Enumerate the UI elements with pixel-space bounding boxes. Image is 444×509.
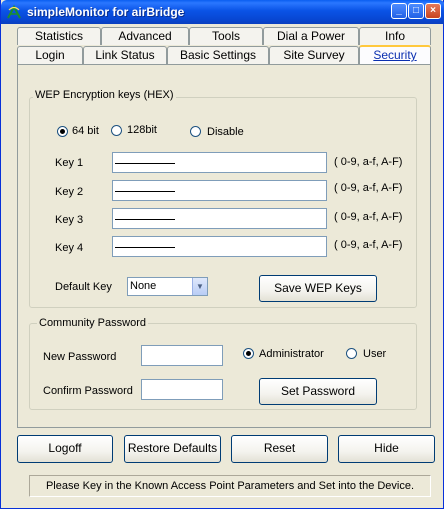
- radio-administrator-label: Administrator: [259, 348, 324, 360]
- radio-user[interactable]: [346, 348, 357, 359]
- tab-dial-a-power[interactable]: Dial a Power: [263, 27, 359, 45]
- chevron-down-icon[interactable]: ▼: [192, 278, 207, 295]
- new-password-input[interactable]: [141, 345, 223, 366]
- confirm-password-input[interactable]: [141, 379, 223, 400]
- key4-label: Key 4: [55, 242, 84, 254]
- key4-hint: ( 0-9, a-f, A-F): [334, 239, 403, 251]
- radio-128bit[interactable]: [111, 125, 122, 136]
- set-password-button[interactable]: Set Password: [259, 378, 377, 405]
- minimize-button[interactable]: _: [391, 3, 407, 19]
- tab-tools[interactable]: Tools: [189, 27, 263, 45]
- key3-hint: ( 0-9, a-f, A-F): [334, 211, 403, 223]
- key4-underline: [115, 247, 175, 248]
- tab-info[interactable]: Info: [359, 27, 431, 45]
- tab-advanced[interactable]: Advanced: [101, 27, 189, 45]
- key3-underline: [115, 219, 175, 220]
- hide-button[interactable]: Hide: [338, 435, 435, 463]
- radio-128bit-label: 128bit: [127, 124, 157, 136]
- key1-label: Key 1: [55, 157, 84, 169]
- radio-user-label: User: [363, 348, 387, 360]
- window-title: simpleMonitor for airBridge: [27, 5, 185, 19]
- new-password-label: New Password: [43, 351, 117, 363]
- tab-login[interactable]: Login: [17, 46, 83, 64]
- tab-link-status[interactable]: Link Status: [83, 46, 167, 64]
- radio-administrator[interactable]: [243, 348, 254, 359]
- close-button[interactable]: ×: [425, 3, 441, 19]
- key1-underline: [115, 163, 175, 164]
- restore-defaults-button[interactable]: Restore Defaults: [124, 435, 221, 463]
- logoff-button[interactable]: Logoff: [17, 435, 113, 463]
- default-key-value: None: [130, 280, 157, 292]
- status-bar: Please Key in the Known Access Point Par…: [29, 475, 431, 497]
- confirm-password-label: Confirm Password: [43, 385, 133, 397]
- tab-security[interactable]: Security: [359, 45, 431, 65]
- maximize-button[interactable]: □: [408, 3, 424, 19]
- radio-disable-label: Disable: [207, 126, 244, 138]
- key2-underline: [115, 191, 175, 192]
- key3-label: Key 3: [55, 214, 84, 226]
- app-antenna-icon: [7, 4, 21, 19]
- key2-hint: ( 0-9, a-f, A-F): [334, 182, 403, 194]
- save-wep-keys-button[interactable]: Save WEP Keys: [259, 275, 377, 302]
- radio-disable[interactable]: [190, 126, 201, 137]
- tab-site-survey[interactable]: Site Survey: [269, 46, 359, 64]
- tab-statistics[interactable]: Statistics: [17, 27, 101, 45]
- default-key-label: Default Key: [55, 281, 112, 293]
- tab-basic-settings[interactable]: Basic Settings: [167, 46, 269, 64]
- key2-label: Key 2: [55, 186, 84, 198]
- radio-64bit[interactable]: [57, 126, 68, 137]
- key1-hint: ( 0-9, a-f, A-F): [334, 156, 403, 168]
- community-group-title: Community Password: [37, 317, 148, 329]
- reset-button[interactable]: Reset: [231, 435, 328, 463]
- title-bar[interactable]: simpleMonitor for airBridge _ □ ×: [1, 0, 444, 24]
- default-key-select[interactable]: None ▼: [127, 277, 208, 296]
- app-window: simpleMonitor for airBridge _ □ × Statis…: [0, 0, 444, 509]
- radio-64bit-label: 64 bit: [72, 125, 99, 137]
- wep-group-title: WEP Encryption keys (HEX): [33, 89, 176, 101]
